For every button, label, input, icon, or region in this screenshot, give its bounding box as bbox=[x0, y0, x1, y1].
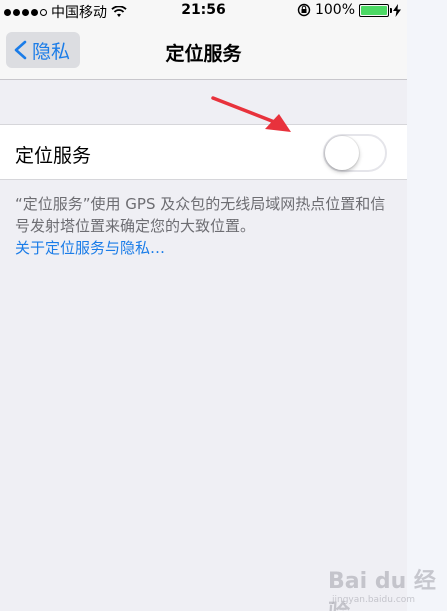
red-arrow-annotation-icon bbox=[211, 96, 291, 132]
rotation-lock-icon bbox=[297, 3, 311, 17]
side-margin bbox=[407, 0, 447, 611]
about-location-privacy-link[interactable]: 关于定位服务与隐私… bbox=[15, 237, 165, 259]
charging-bolt-icon bbox=[393, 3, 401, 17]
battery-icon bbox=[359, 3, 392, 17]
watermark-subtext: jingyan.baidu.com bbox=[332, 595, 416, 605]
page-title: 定位服务 bbox=[165, 43, 242, 65]
location-services-cell: 定位服务 bbox=[0, 124, 407, 180]
baidu-jingyan-watermark: Bai du 经验 jingyan.baidu.com bbox=[328, 553, 438, 611]
location-services-label: 定位服务 bbox=[15, 145, 92, 167]
status-bar: 中国移动 21:56 100% bbox=[0, 0, 407, 22]
battery-percent: 100% bbox=[314, 2, 355, 18]
status-right: 100% bbox=[297, 2, 401, 18]
toggle-knob bbox=[325, 136, 359, 170]
location-services-toggle[interactable] bbox=[323, 134, 387, 172]
location-description: “定位服务”使用 GPS 及众包的无线局域网热点位置和信号发射塔位置来确定您的大… bbox=[15, 195, 386, 235]
navigation-bar: 隐私 定位服务 bbox=[0, 22, 407, 80]
battery-fill bbox=[361, 5, 387, 15]
page: 中国移动 21:56 100% 隐私 定位服务 定位服务 “定位服务”使用 GP… bbox=[0, 0, 447, 611]
phone-screen: 中国移动 21:56 100% 隐私 定位服务 定位服务 “定位服务”使用 GP… bbox=[0, 0, 407, 611]
